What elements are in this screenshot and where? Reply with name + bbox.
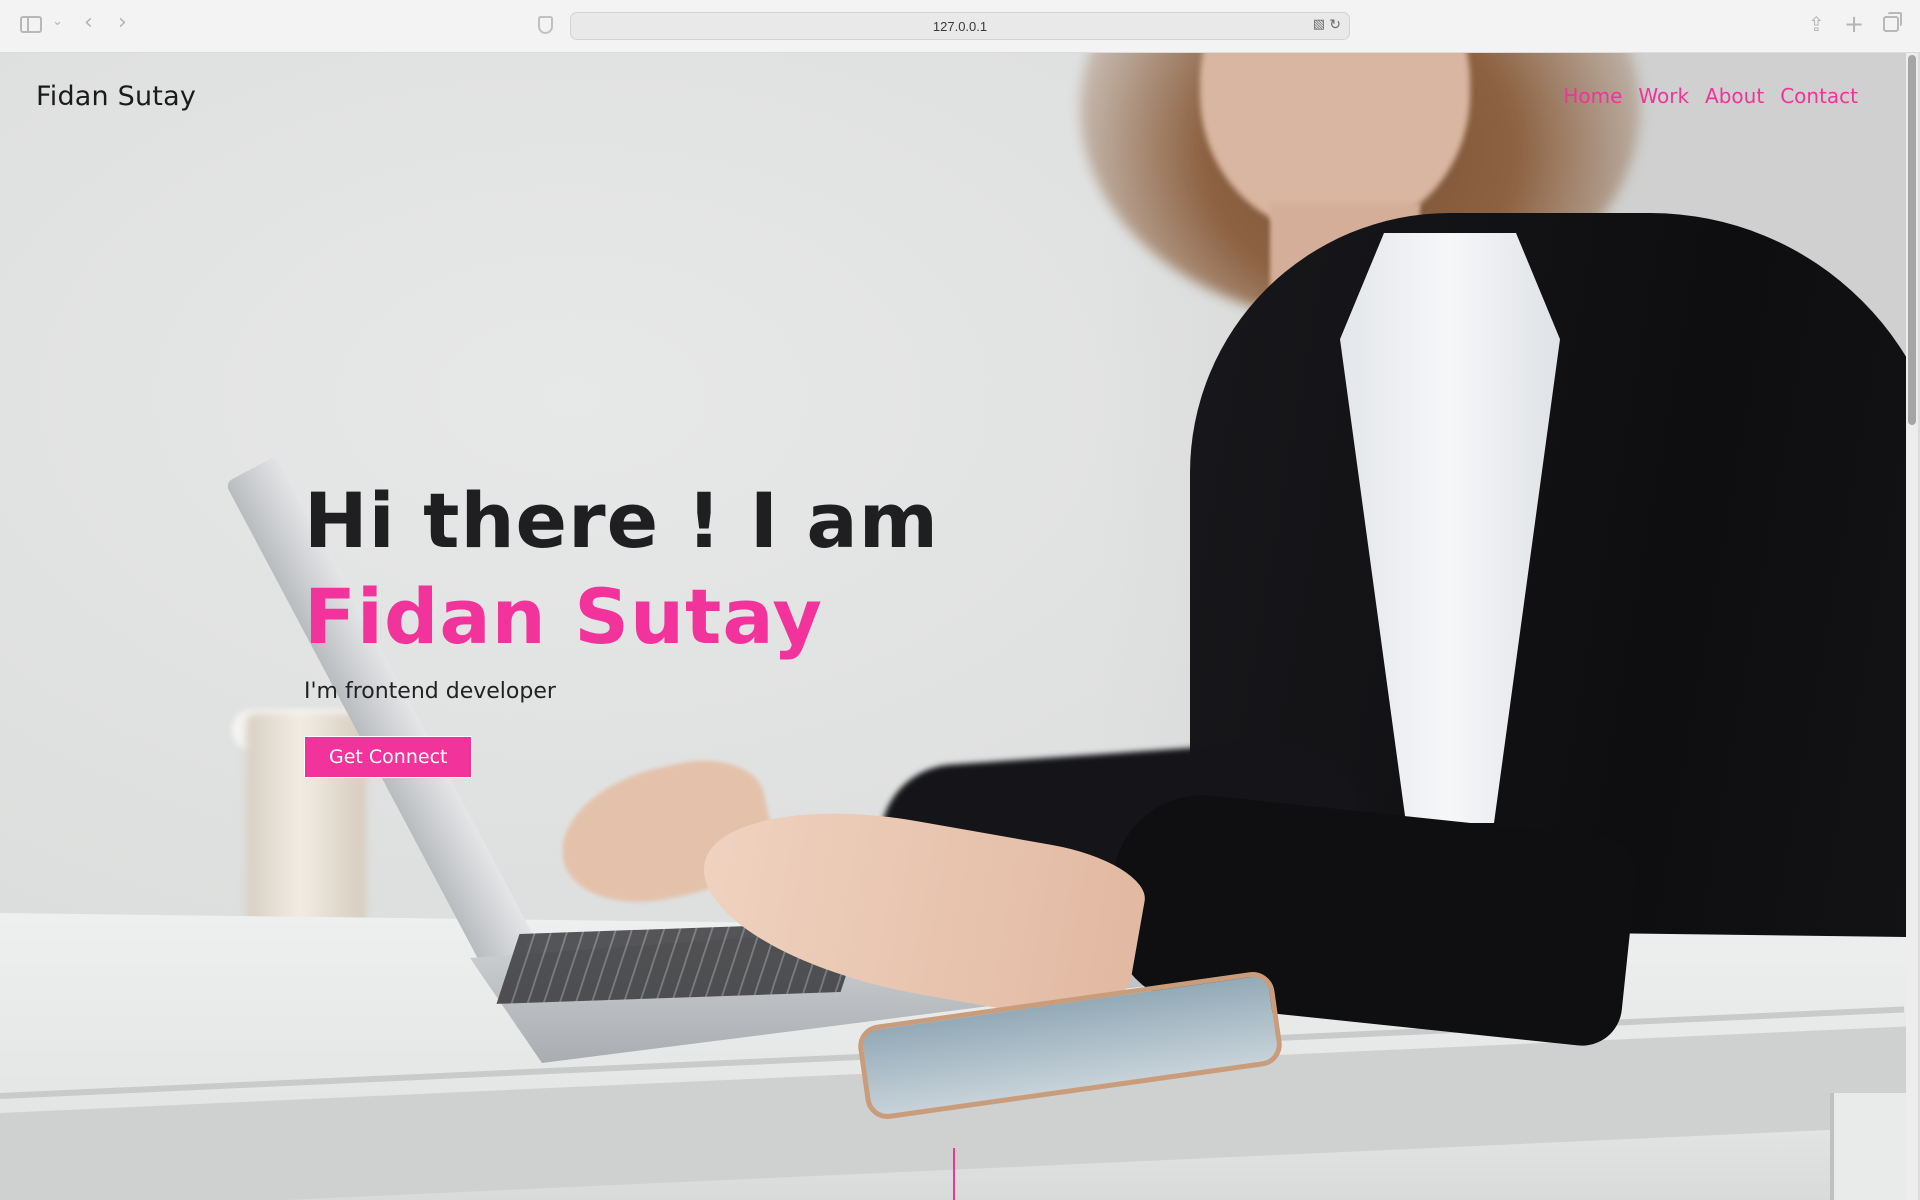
page-viewport: Fidan Sutay Home Work About Contact Hi t… (0, 53, 1920, 1200)
hero-section: Hi there ! I am Fidan Sutay I'm frontend… (304, 473, 1204, 778)
share-icon[interactable]: ⇪ (1808, 12, 1825, 36)
nav-work-link[interactable]: Work (1638, 84, 1689, 108)
plus-icon[interactable]: + (1844, 10, 1864, 38)
site-logo[interactable]: Fidan Sutay (36, 81, 196, 112)
page-scrollbar[interactable] (1906, 53, 1918, 1200)
scroll-indicator[interactable] (953, 1148, 955, 1200)
nav-about-link[interactable]: About (1705, 84, 1764, 108)
photo-desk-leg (1830, 1093, 1906, 1200)
sidebar-icon[interactable] (20, 16, 42, 33)
browser-toolbar: ⌄ ‹ › 127.0.0.1 ▧ ↻ ⇪ + (0, 0, 1920, 53)
get-connect-button[interactable]: Get Connect (304, 736, 473, 778)
url-text[interactable]: 127.0.0.1 (571, 19, 1349, 34)
main-nav: Home Work About Contact (1563, 84, 1858, 108)
tabs-icon[interactable] (1883, 12, 1902, 32)
address-bar[interactable]: 127.0.0.1 ▧ ↻ (570, 12, 1350, 40)
chevron-down-icon[interactable]: ⌄ (52, 14, 63, 29)
chevron-left-icon[interactable]: ‹ (84, 10, 93, 35)
shield-icon[interactable] (538, 16, 553, 34)
reload-icon[interactable]: ↻ (1329, 17, 1341, 33)
translate-icon[interactable]: ▧ (1313, 17, 1325, 32)
nav-home-link[interactable]: Home (1563, 84, 1622, 108)
hero-role: I'm frontend developer (304, 679, 556, 704)
nav-contact-link[interactable]: Contact (1780, 84, 1858, 108)
hero-greeting: Hi there ! I am (304, 476, 939, 565)
site-header: Fidan Sutay Home Work About Contact (0, 53, 1906, 153)
scrollbar-thumb[interactable] (1908, 55, 1916, 425)
hero-name: Fidan Sutay (304, 572, 823, 661)
chevron-right-icon[interactable]: › (118, 10, 127, 35)
